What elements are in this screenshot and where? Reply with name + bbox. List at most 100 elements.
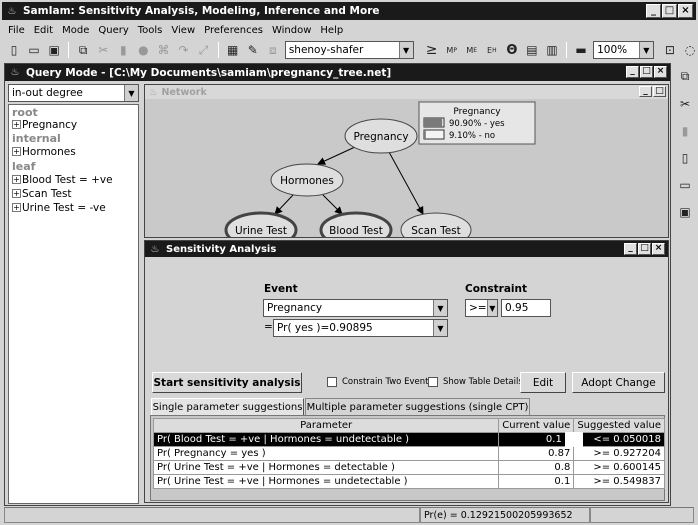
entropy-icon[interactable]: EH	[484, 42, 500, 59]
minimize-button[interactable]: _	[624, 243, 637, 255]
tree-item-urine-test[interactable]: + Urine Test = -ve	[12, 202, 106, 214]
menu-query[interactable]: Query	[98, 25, 128, 36]
cut-icon[interactable]: ✂	[677, 95, 694, 112]
open-file-icon[interactable]: ▭	[26, 42, 42, 59]
menu-edit[interactable]: Edit	[34, 25, 53, 36]
compile-icon[interactable]: ▦	[225, 42, 241, 59]
chevron-down-icon[interactable]: ▼	[124, 85, 138, 101]
copy-icon[interactable]: ⧉	[75, 42, 91, 59]
copy-icon[interactable]: ⧉	[677, 68, 694, 85]
chevron-down-icon[interactable]: ▼	[398, 42, 413, 58]
expand-icon[interactable]: +	[12, 175, 21, 184]
pregnancy-monitor[interactable]: Pregnancy 90.90% - yes 9.10% - no	[418, 101, 536, 145]
edit-button[interactable]: Edit	[520, 372, 566, 393]
tree-category-internal: internal	[12, 132, 61, 145]
tab-multiple-parameter[interactable]: Multiple parameter suggestions (single C…	[305, 398, 530, 415]
link-icon[interactable]: ↷	[176, 42, 192, 59]
print-icon[interactable]: ▭	[677, 176, 694, 193]
node-hormones[interactable]: Hormones	[270, 163, 344, 197]
table-row[interactable]: Pr( Urine Test = +ve | Hormones = detect…	[152, 460, 665, 475]
menu-help[interactable]: Help	[320, 25, 343, 36]
menu-file[interactable]: File	[8, 25, 25, 36]
tab-single-parameter[interactable]: Single parameter suggestions	[151, 398, 304, 415]
start-sensitivity-button[interactable]: Start sensitivity analysis	[152, 372, 302, 393]
minimize-button[interactable]: _	[646, 4, 661, 18]
menu-view[interactable]: View	[171, 25, 195, 36]
maximize-button[interactable]: □	[653, 86, 666, 97]
table-row[interactable]: Pr( Pregnancy = yes ) 0.87 >= 0.927204	[152, 446, 665, 461]
window-controls: _ □ ×	[624, 243, 665, 255]
console-icon[interactable]: ▬	[573, 42, 589, 59]
constrain-two-events-checkbox[interactable]: Constrain Two Events	[327, 377, 433, 387]
copy-network-icon[interactable]: ⧈	[265, 42, 281, 59]
monitor-icon[interactable]: ▥	[544, 42, 560, 59]
maximize-button[interactable]: □	[640, 66, 653, 78]
sort-order-select[interactable]: in-out degree ▼	[8, 84, 139, 102]
close-button[interactable]: ×	[652, 243, 665, 255]
close-button[interactable]: ×	[654, 66, 667, 78]
table-row[interactable]: Pr( Blood Test = +ve | Hormones = undete…	[152, 432, 665, 447]
zoom-select[interactable]: 100% ▼	[593, 41, 654, 59]
status-extra	[590, 507, 694, 523]
menu-mode[interactable]: Mode	[62, 25, 89, 36]
constraint-operator-select[interactable]: >= ▼	[465, 299, 498, 317]
cut-icon[interactable]: ✂	[95, 42, 111, 59]
chevron-down-icon[interactable]: ▼	[638, 42, 653, 58]
expand-icon[interactable]: +	[12, 147, 21, 156]
algorithm-select[interactable]: shenoy-shafer ▼	[284, 41, 414, 59]
maximize-button[interactable]: □	[662, 4, 677, 18]
chevron-down-icon[interactable]: ▼	[486, 300, 497, 316]
edit-cpt-icon[interactable]: ✎	[245, 42, 261, 59]
save-icon[interactable]: ▣	[677, 203, 694, 220]
event-select[interactable]: Pregnancy ▼	[263, 299, 448, 317]
node-pregnancy[interactable]: Pregnancy	[344, 118, 418, 154]
table-row[interactable]: Pr( Urine Test = +ve | Hormones = undete…	[152, 474, 665, 489]
fit-icon[interactable]: ⊡	[662, 42, 678, 59]
add-edge-icon[interactable]: ⌘	[155, 42, 171, 59]
maximize-button[interactable]: □	[638, 243, 651, 255]
mpe-icon[interactable]: ME	[464, 42, 480, 59]
remove-edge-icon[interactable]: ⤢	[196, 42, 212, 59]
show-table-details-checkbox[interactable]: Show Table Details	[428, 377, 523, 387]
column-header-suggested[interactable]: Suggested value	[573, 418, 665, 433]
node-icon[interactable]: ▯	[677, 149, 694, 166]
event-probability-select[interactable]: Pr( yes )=0.90895 ▼	[273, 319, 448, 337]
tree-item-label: Pregnancy	[22, 119, 78, 131]
ge-icon[interactable]: ≥	[424, 42, 440, 59]
minimize-button[interactable]: _	[639, 86, 652, 97]
chevron-down-icon[interactable]: ▼	[433, 320, 447, 336]
adopt-change-button[interactable]: Adopt Change	[572, 372, 665, 393]
column-header-current[interactable]: Current value	[498, 418, 575, 433]
chevron-down-icon[interactable]: ▼	[433, 300, 447, 316]
save-icon[interactable]: ▣	[46, 42, 62, 59]
node-label: Hormones	[280, 175, 334, 187]
constraint-value-input[interactable]: 0.95	[501, 299, 551, 317]
expand-icon[interactable]: +	[12, 189, 21, 198]
delete-icon[interactable]: ▮	[115, 42, 131, 59]
checkbox-box[interactable]	[428, 377, 438, 387]
evidence-table-icon[interactable]: ▤	[524, 42, 540, 59]
new-file-icon[interactable]: ▯	[6, 42, 22, 59]
menu-window[interactable]: Window	[272, 25, 311, 36]
minimize-button[interactable]: _	[626, 66, 639, 78]
node-scan-test[interactable]: Scan Test	[400, 212, 472, 237]
delete-icon[interactable]: ▮	[677, 122, 694, 139]
sensitivity-icon[interactable]: Θ	[504, 42, 520, 59]
column-header-parameter[interactable]: Parameter	[152, 418, 500, 433]
node-urine-test[interactable]: Urine Test	[224, 211, 298, 237]
checkbox-box[interactable]	[327, 377, 337, 387]
close-button[interactable]: ×	[678, 4, 693, 18]
add-node-icon[interactable]: ●	[135, 42, 151, 59]
expand-icon[interactable]: +	[12, 203, 21, 212]
tree-item-hormones[interactable]: + Hormones	[12, 146, 76, 158]
menu-preferences[interactable]: Preferences	[204, 25, 263, 36]
map-icon[interactable]: MP	[444, 42, 460, 59]
help-bubble-icon[interactable]: ◌	[682, 42, 698, 59]
menu-tools[interactable]: Tools	[138, 25, 163, 36]
suggested-value-cell: <= 0.050018	[564, 432, 665, 447]
node-blood-test[interactable]: Blood Test	[319, 211, 393, 237]
tree-item-blood-test[interactable]: + Blood Test = +ve	[12, 174, 113, 186]
expand-icon[interactable]: +	[12, 120, 21, 129]
tree-item-pregnancy[interactable]: + Pregnancy	[12, 119, 77, 131]
tree-item-scan-test[interactable]: + Scan Test	[12, 188, 72, 200]
